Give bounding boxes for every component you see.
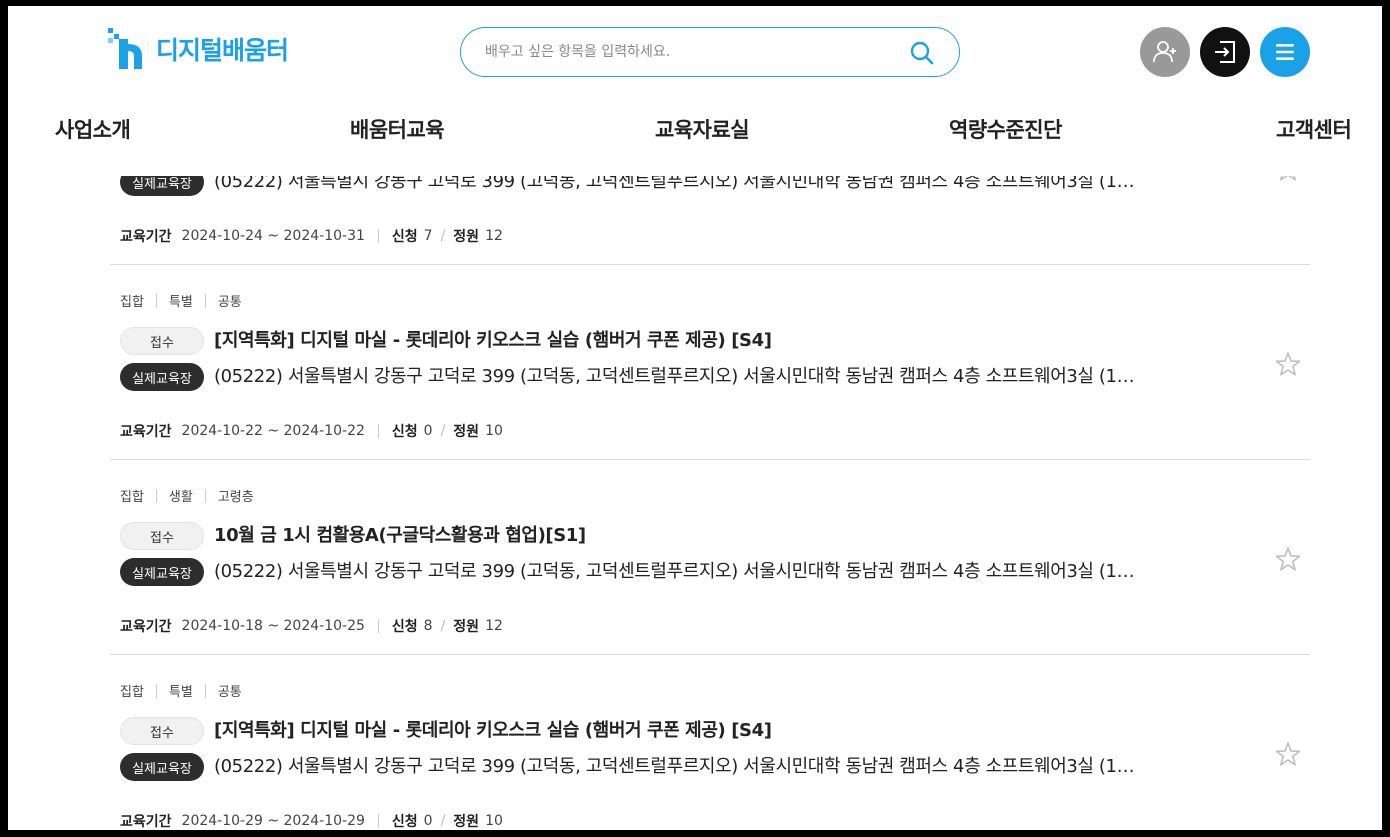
slash-separator: /: [440, 423, 446, 439]
meta-separator: [377, 424, 379, 438]
course-tag: 고령층: [217, 490, 254, 505]
course-tag: 공통: [217, 295, 242, 310]
applied-label: 신청: [391, 619, 418, 635]
course-tag: 특별: [168, 685, 193, 700]
nav-item-support[interactable]: 고객센터: [1276, 114, 1352, 144]
nav-item-education[interactable]: 배움터교육: [350, 114, 445, 144]
login-button[interactable]: [1200, 27, 1250, 77]
tag-separator: [204, 293, 206, 308]
tag-separator: [155, 293, 157, 308]
period-label: 교육기간: [120, 229, 172, 245]
favorite-star-icon[interactable]: [1274, 740, 1302, 768]
hamburger-menu-icon: [1276, 44, 1294, 60]
course-tag: 특별: [168, 295, 193, 310]
course-address: (05222) 서울특별시 강동구 고덕로 399 (고덕동, 고덕센트럴푸르지…: [214, 756, 1135, 777]
course-meta: 교육기간 2024-10-18 ~ 2024-10-25 신청 8 / 정원 12: [120, 616, 503, 636]
tag-separator: [155, 488, 157, 503]
menu-button[interactable]: [1260, 27, 1310, 77]
course-tag: 집합: [120, 685, 144, 700]
page: 집합특별공통접수[지역특화] 디지털 마실 - 롯데리아 키오스크 실습 (햄버…: [8, 6, 1382, 830]
period-label: 교육기간: [120, 814, 172, 830]
nav-item-resources[interactable]: 교육자료실: [655, 114, 750, 144]
user-plus-icon: [1153, 41, 1176, 63]
course-tag: 생활: [168, 490, 193, 505]
location-type-badge: 실제교육장: [120, 558, 204, 586]
status-badge: 접수: [120, 717, 204, 745]
logo[interactable]: 디지털배움터: [108, 28, 289, 70]
course-card[interactable]: 집합 특별 공통접수 [지역특화] 디지털 마실 - 롯데리아 키오스크 실습 (햄버…: [110, 265, 1310, 460]
period-value: 2024-10-24 ~ 2024-10-31: [181, 228, 365, 244]
main-navigation: 사업소개 배움터교육 교육자료실 역량수준진단 고객센터: [8, 114, 1382, 154]
applied-label: 신청: [391, 229, 418, 245]
applied-label: 신청: [391, 424, 418, 440]
brand-name: 디지털배움터: [156, 36, 289, 65]
logo-mark-icon: [108, 28, 148, 70]
course-tags: 집합 특별 공통: [120, 291, 242, 310]
status-badge: 접수: [120, 327, 204, 355]
capacity-count: 10: [485, 423, 503, 439]
slash-separator: /: [440, 228, 446, 244]
applied-count: 0: [423, 423, 433, 439]
tag-separator: [204, 683, 206, 698]
course-tags: 집합 생활 고령층: [120, 486, 254, 505]
course-address: (05222) 서울특별시 강동구 고덕로 399 (고덕동, 고덕센트럴푸르지…: [214, 366, 1135, 387]
location-type-badge: 실제교육장: [120, 753, 204, 781]
course-tag: 집합: [120, 490, 144, 505]
course-card[interactable]: 집합 특별 공통접수 [지역특화] 디지털 마실 - 롯데리아 키오스크 실습 (햄버…: [110, 655, 1310, 830]
applied-label: 신청: [391, 814, 418, 830]
slash-separator: /: [440, 813, 446, 829]
capacity-label: 정원: [453, 229, 480, 245]
capacity-count: 10: [485, 813, 503, 829]
search-bar: [460, 27, 960, 77]
status-badge: 접수: [120, 522, 204, 550]
site-header: 디지털배움터 배우고 싶은 항목을 입력하세요. 사업소개 배움터교육 교육자료…: [8, 6, 1382, 176]
capacity-label: 정원: [453, 619, 480, 635]
course-meta: 교육기간 2024-10-29 ~ 2024-10-29 신청 0 / 정원 10: [120, 811, 503, 830]
capacity-count: 12: [485, 228, 503, 244]
course-title[interactable]: 10월 금 1시 컴활용A(구글닥스활용과 협업)[S1]: [214, 522, 586, 550]
nav-item-assessment[interactable]: 역량수준진단: [949, 114, 1062, 144]
meta-separator: [377, 229, 379, 243]
applied-count: 0: [423, 813, 433, 829]
period-value: 2024-10-18 ~ 2024-10-25: [181, 618, 365, 634]
meta-separator: [377, 619, 379, 633]
course-card[interactable]: 집합 생활 고령층접수 10월 금 1시 컴활용A(구글닥스활용과 협업)[S1] 실제…: [110, 460, 1310, 655]
course-tags: 집합 특별 공통: [120, 681, 242, 700]
search-input[interactable]: [485, 40, 885, 64]
favorite-star-icon[interactable]: [1274, 350, 1302, 378]
join-button[interactable]: [1140, 27, 1190, 77]
period-value: 2024-10-22 ~ 2024-10-22: [181, 423, 365, 439]
search-icon[interactable]: [909, 40, 935, 66]
period-label: 교육기간: [120, 619, 172, 635]
course-address: (05222) 서울특별시 강동구 고덕로 399 (고덕동, 고덕센트럴푸르지…: [214, 561, 1135, 582]
applied-count: 7: [423, 228, 433, 244]
course-title[interactable]: [지역특화] 디지털 마실 - 롯데리아 키오스크 실습 (햄버거 쿠폰 제공)…: [214, 717, 772, 745]
location-type-badge: 실제교육장: [120, 363, 204, 391]
nav-item-about[interactable]: 사업소개: [55, 114, 131, 144]
course-title[interactable]: [지역특화] 디지털 마실 - 롯데리아 키오스크 실습 (햄버거 쿠폰 제공)…: [214, 327, 772, 355]
slash-separator: /: [440, 618, 446, 634]
meta-separator: [377, 814, 379, 828]
applied-count: 8: [423, 618, 433, 634]
course-meta: 교육기간 2024-10-22 ~ 2024-10-22 신청 0 / 정원 10: [120, 421, 503, 441]
tag-separator: [155, 683, 157, 698]
period-label: 교육기간: [120, 424, 172, 440]
favorite-star-icon[interactable]: [1274, 545, 1302, 573]
course-tag: 공통: [217, 685, 242, 700]
tag-separator: [204, 488, 206, 503]
sign-in-icon: [1215, 41, 1235, 63]
course-tag: 집합: [120, 295, 144, 310]
course-meta: 교육기간 2024-10-24 ~ 2024-10-31 신청 7 / 정원 12: [120, 226, 503, 246]
capacity-label: 정원: [453, 424, 480, 440]
period-value: 2024-10-29 ~ 2024-10-29: [181, 813, 365, 829]
capacity-label: 정원: [453, 814, 480, 830]
capacity-count: 12: [485, 618, 503, 634]
